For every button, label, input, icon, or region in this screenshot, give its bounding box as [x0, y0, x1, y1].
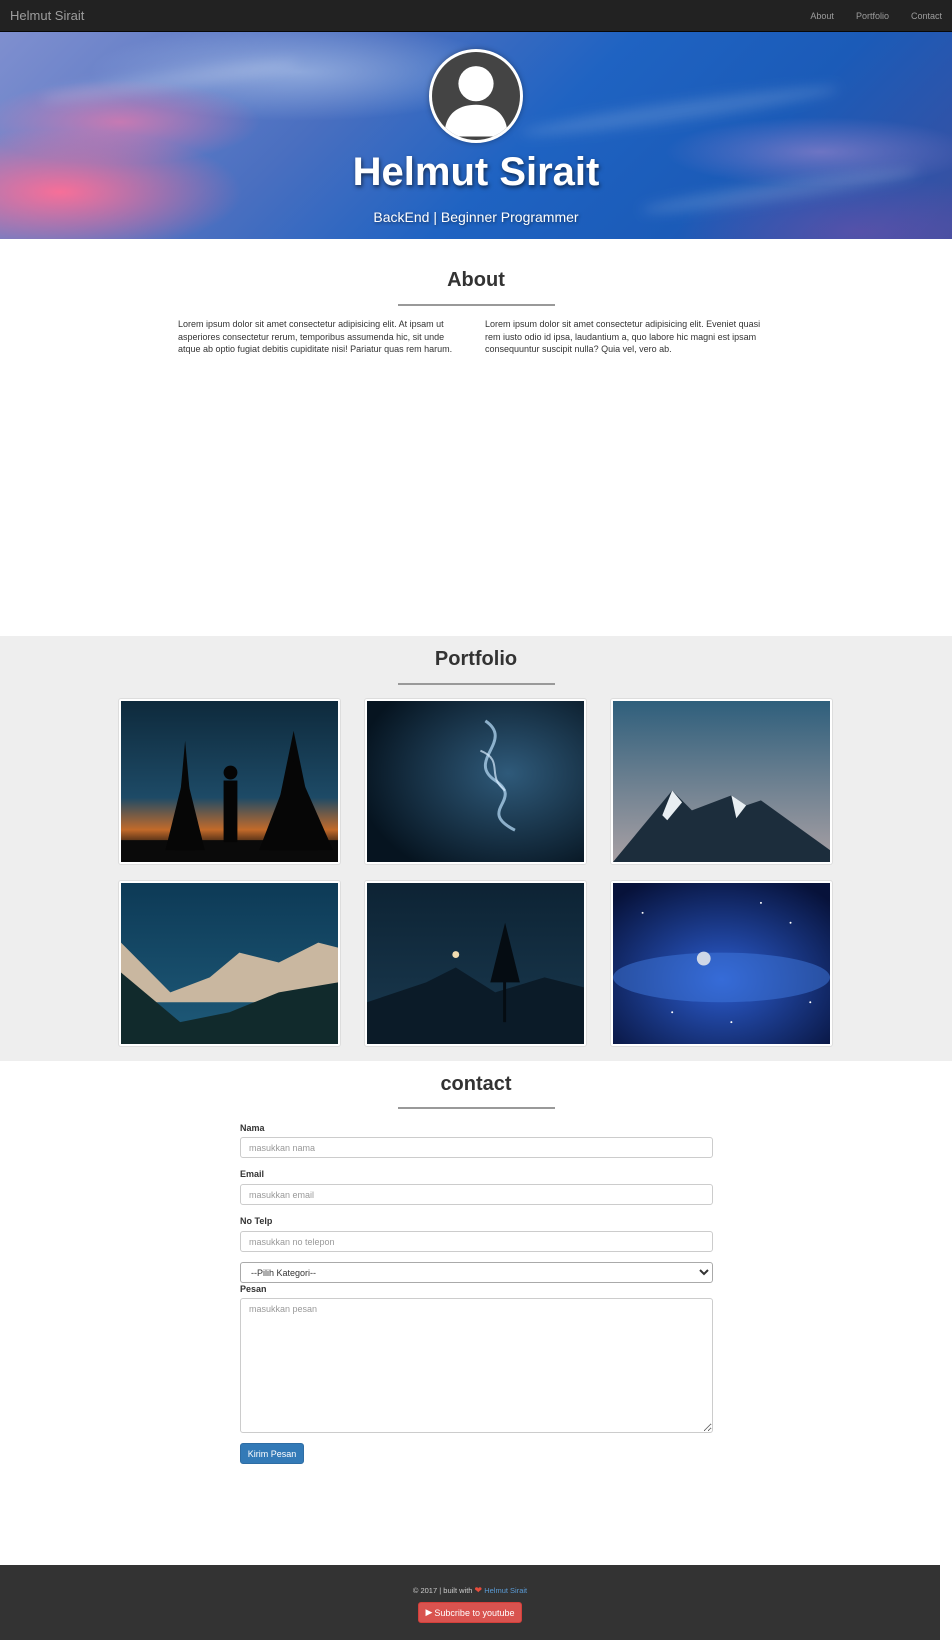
portfolio-thumb-galaxy[interactable]	[610, 880, 833, 1047]
phone-input[interactable]	[240, 1231, 713, 1252]
nav-link-contact[interactable]: Contact	[911, 11, 942, 21]
email-input[interactable]	[240, 1184, 713, 1205]
footer: © 2017 | built with ❤ Helmut Sirait ▶ Su…	[0, 1565, 940, 1640]
phone-label: No Telp	[240, 1216, 273, 1226]
about-text-left: Lorem ipsum dolor sit amet consectetur a…	[178, 319, 453, 354]
message-textarea[interactable]	[240, 1298, 713, 1433]
subscribe-label: Subcribe to youtube	[434, 1607, 515, 1618]
about-title: About	[447, 269, 505, 291]
heart-icon: ❤	[474, 1585, 483, 1595]
name-input[interactable]	[240, 1137, 713, 1158]
hero-banner: Helmut Sirait BackEnd | Beginner Program…	[0, 32, 952, 239]
portfolio-title: Portfolio	[434, 648, 518, 670]
contact-divider	[398, 1107, 555, 1109]
user-avatar-icon	[429, 49, 523, 143]
hero-title: Helmut Sirait	[352, 150, 600, 194]
portfolio-thumb-moon-tree[interactable]	[364, 880, 587, 1047]
footer-credit: © 2017 | built with ❤ Helmut Sirait	[0, 1585, 940, 1596]
nav-link-about[interactable]: About	[810, 11, 834, 21]
portfolio-thumb-mountain-peak[interactable]	[610, 698, 833, 865]
portfolio-thumb-smoke[interactable]	[364, 698, 587, 865]
portfolio-divider	[398, 683, 555, 685]
email-label: Email	[240, 1169, 265, 1179]
category-select[interactable]: --Pilih Kategori--	[240, 1262, 713, 1283]
hero-subtitle: BackEnd | Beginner Programmer	[373, 209, 579, 225]
about-text-right: Lorem ipsum dolor sit amet consectetur a…	[485, 319, 761, 354]
portfolio-thumb-hiker[interactable]	[118, 698, 341, 865]
message-label: Pesan	[240, 1284, 267, 1294]
nav-links: About Portfolio Contact	[810, 11, 942, 21]
contact-title: contact	[440, 1073, 512, 1095]
play-icon: ▶	[425, 1607, 433, 1617]
footer-author-link[interactable]: Helmut Sirait	[484, 1586, 527, 1595]
footer-copyright: © 2017 | built with	[412, 1586, 473, 1595]
name-label: Nama	[240, 1123, 265, 1133]
nav-link-portfolio[interactable]: Portfolio	[856, 11, 889, 21]
portfolio-thumb-snow-range[interactable]	[118, 880, 341, 1047]
about-divider	[398, 304, 555, 306]
navbar: Helmut Sirait About Portfolio Contact	[0, 0, 952, 32]
subscribe-youtube-button[interactable]: ▶ Subcribe to youtube	[418, 1602, 522, 1623]
send-message-button[interactable]: Kirim Pesan	[240, 1443, 304, 1464]
navbar-brand[interactable]: Helmut Sirait	[10, 8, 84, 23]
